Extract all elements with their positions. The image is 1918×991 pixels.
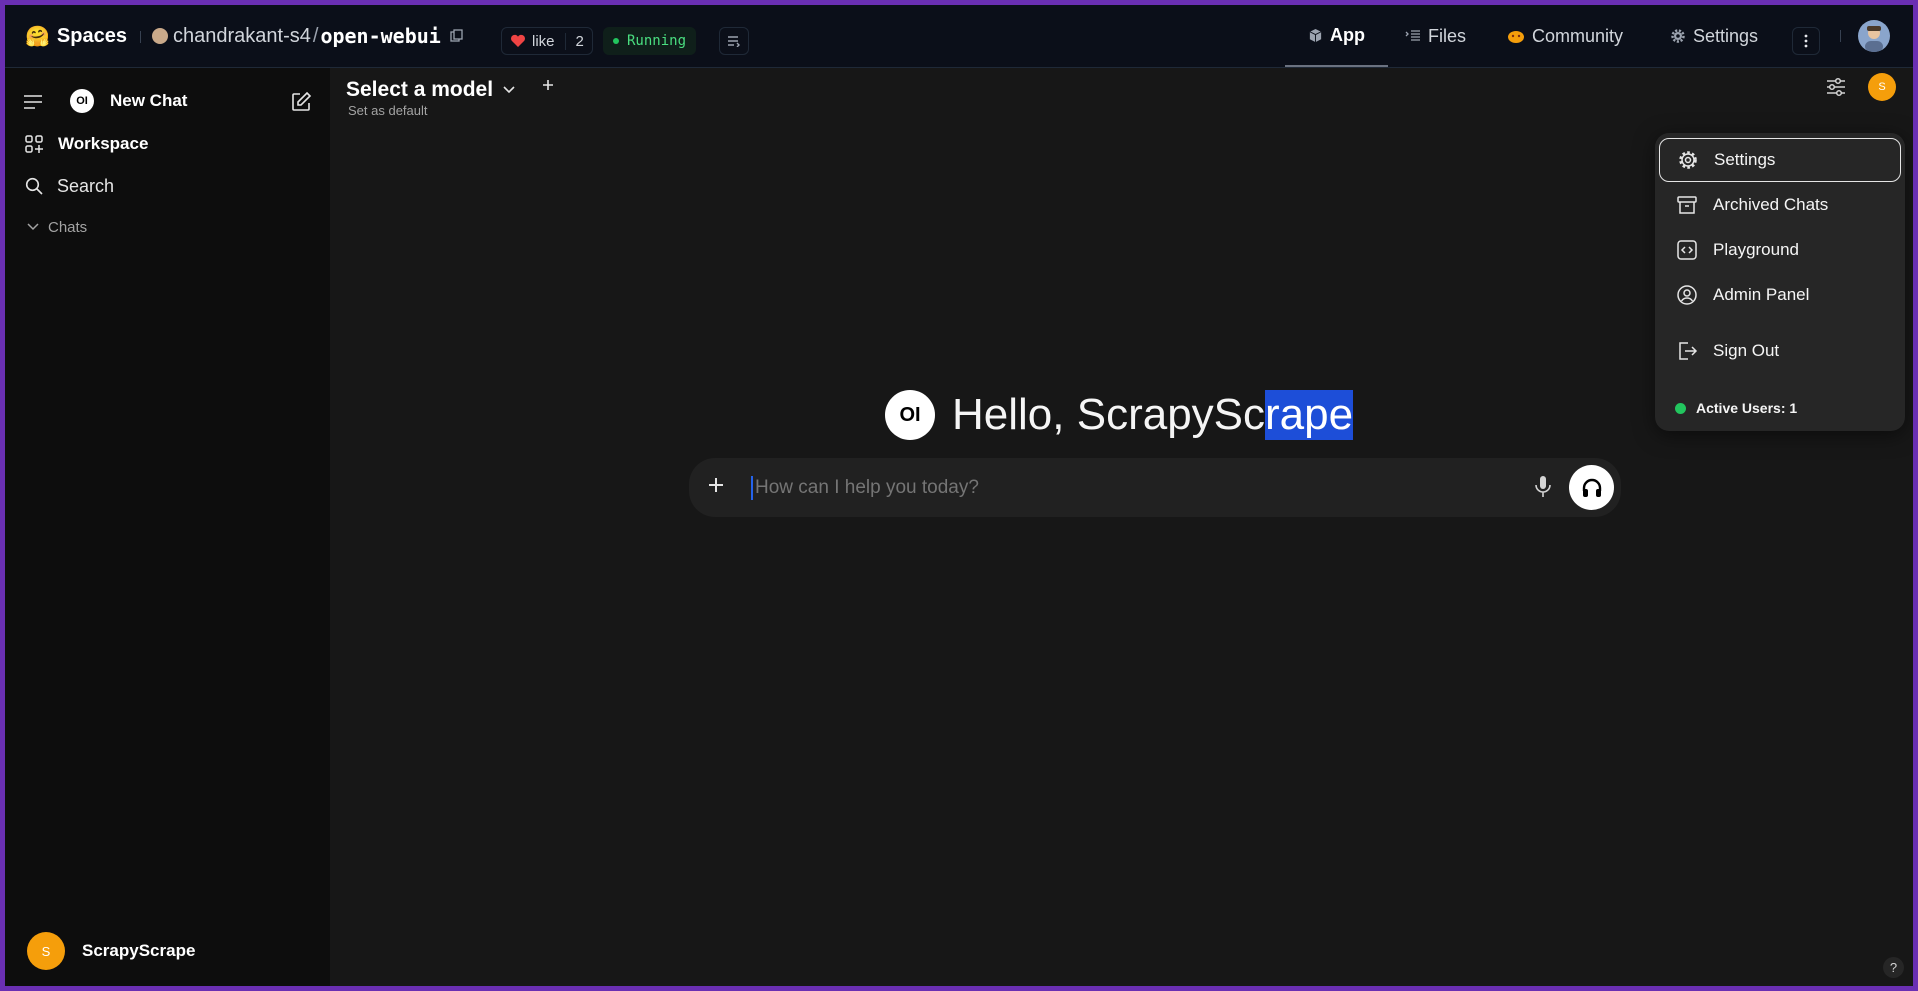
hf-header: 🤗 Spaces chandrakant-s4 / open-webui lik…: [5, 5, 1913, 68]
menu-icon: [23, 95, 43, 109]
spaces-label: Spaces: [56, 24, 127, 47]
heart-icon: [510, 34, 526, 48]
plus-icon: [706, 475, 726, 495]
repo-path: chandrakant-s4 / open-webui: [152, 23, 464, 49]
hf-logo-link[interactable]: 🤗 Spaces: [25, 23, 127, 49]
microphone-icon: [1534, 475, 1552, 499]
menu-item-playground[interactable]: Playground: [1659, 228, 1901, 272]
chevron-down-icon: [503, 86, 515, 94]
tab-settings[interactable]: Settings: [1670, 23, 1758, 49]
model-selector[interactable]: Select a model: [346, 76, 515, 104]
greeting-text: Hello, ScrapySc: [952, 390, 1266, 439]
headphones-icon: [1581, 477, 1603, 499]
search-icon: [25, 177, 43, 195]
search-label: Search: [57, 175, 115, 196]
code-icon: [1675, 238, 1699, 262]
tab-community-label: Community: [1532, 25, 1624, 46]
tab-files[interactable]: Files: [1405, 23, 1466, 49]
menu-item-label: Settings: [1714, 150, 1776, 169]
sidebar-user-button[interactable]: S ScrapyScrape: [27, 932, 195, 970]
divider: [140, 31, 141, 43]
chat-input[interactable]: [753, 470, 1457, 506]
user-dropdown-menu: Settings Archived Chats Playground Admin…: [1655, 133, 1905, 431]
status-dot-icon: [1675, 402, 1686, 414]
new-chat-edit-button[interactable]: [290, 91, 312, 113]
files-icon: [1405, 29, 1421, 43]
path-separator: /: [312, 24, 319, 47]
status-text: Running: [627, 33, 687, 49]
status-dot-icon: [613, 38, 619, 44]
openwebui-logo: OI: [885, 390, 935, 440]
workspace-label: Workspace: [58, 134, 149, 153]
chevron-down-icon: [27, 223, 39, 231]
chats-section-toggle[interactable]: Chats: [27, 218, 87, 236]
menu-item-label: Admin Panel: [1713, 285, 1810, 304]
tab-app-label: App: [1330, 24, 1365, 45]
sliders-icon: [1825, 77, 1847, 97]
tab-app[interactable]: App: [1285, 5, 1388, 67]
logs-icon: [727, 35, 741, 47]
more-menu-button[interactable]: [1792, 27, 1820, 55]
sidebar-toggle[interactable]: [23, 95, 43, 109]
voice-mode-button[interactable]: [1569, 465, 1614, 510]
archive-icon: [1675, 193, 1699, 217]
community-icon: [1507, 28, 1525, 44]
owner-avatar[interactable]: [152, 28, 168, 44]
menu-item-admin-panel[interactable]: Admin Panel: [1659, 273, 1901, 317]
tab-community[interactable]: Community: [1507, 23, 1623, 49]
menu-item-label: Sign Out: [1713, 341, 1780, 360]
menu-item-settings[interactable]: Settings: [1659, 138, 1901, 182]
openwebui-logo: OI: [70, 89, 94, 113]
like-label: like: [532, 32, 555, 50]
tab-files-label: Files: [1428, 25, 1467, 46]
active-users-indicator: Active Users: 1: [1675, 398, 1797, 418]
browser-frame: 🤗 Spaces chandrakant-s4 / open-webui lik…: [5, 5, 1913, 986]
new-chat-label: New Chat: [110, 91, 188, 110]
copy-icon[interactable]: [450, 29, 464, 43]
add-model-button[interactable]: [541, 78, 555, 92]
tab-settings-label: Settings: [1693, 25, 1759, 46]
pencil-square-icon: [290, 91, 312, 113]
sidebar-item-workspace[interactable]: Workspace: [25, 131, 148, 157]
sign-out-icon: [1675, 339, 1699, 363]
like-count: 2: [564, 32, 584, 50]
user-name: ScrapyScrape: [82, 941, 196, 960]
repo-link[interactable]: open-webui: [320, 24, 440, 48]
hf-logo-icon: 🤗: [25, 25, 50, 48]
sidebar-item-search[interactable]: Search: [25, 173, 114, 199]
controls-button[interactable]: [1825, 77, 1847, 97]
new-chat-button[interactable]: OI New Chat: [70, 88, 187, 114]
like-button[interactable]: like 2: [501, 27, 593, 55]
menu-item-label: Playground: [1713, 240, 1800, 259]
owner-link[interactable]: chandrakant-s4: [173, 25, 311, 48]
status-badge: Running: [603, 27, 697, 55]
more-vertical-icon: [1804, 34, 1808, 48]
divider: [1840, 30, 1841, 42]
cube-icon: [1308, 28, 1323, 43]
set-default-link[interactable]: Set as default: [348, 103, 428, 118]
greeting-heading: Hello, ScrapySc rape: [952, 387, 1354, 443]
logs-button[interactable]: [719, 27, 749, 55]
menu-item-sign-out[interactable]: Sign Out: [1659, 329, 1901, 373]
chat-input-container: [689, 458, 1621, 517]
gear-icon: [1670, 28, 1686, 44]
user-avatar-button[interactable]: S: [1868, 73, 1896, 101]
plus-icon: [541, 78, 555, 92]
gear-icon: [1676, 148, 1700, 172]
menu-item-archived-chats[interactable]: Archived Chats: [1659, 183, 1901, 227]
microphone-button[interactable]: [1534, 475, 1552, 499]
user-circle-icon: [1675, 283, 1699, 307]
hf-user-avatar[interactable]: [1858, 20, 1890, 52]
attach-button[interactable]: [706, 475, 726, 495]
avatar: S: [27, 932, 65, 970]
sidebar: OI New Chat Workspace Search Chats S Scr…: [5, 68, 330, 986]
menu-item-label: Archived Chats: [1713, 195, 1829, 214]
active-users-text: Active Users: 1: [1696, 400, 1798, 416]
help-button[interactable]: ?: [1883, 957, 1904, 978]
greeting-selected-text: rape: [1265, 390, 1354, 440]
model-selector-label: Select a model: [346, 78, 494, 101]
workspace-grid-icon: [25, 134, 44, 154]
chats-section-label: Chats: [48, 218, 88, 236]
